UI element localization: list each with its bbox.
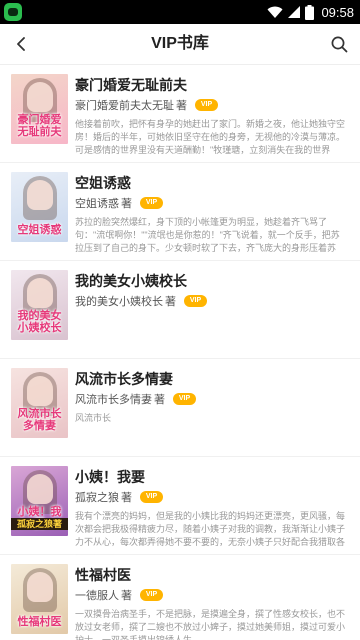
book-title[interactable]: 风流市长多情妻 bbox=[75, 369, 348, 389]
book-item[interactable]: 性福村医 性福村医 一德服人 著 VIP 一双摸骨治病圣手，不是把脉，是摸遍全身… bbox=[0, 555, 360, 640]
cover-title: 风流市长多情妻 bbox=[17, 407, 62, 432]
book-item[interactable]: 小姨！我要 孤寂之狼著 小姨！我要 孤寂之狼 著 VIP 我有个漂亮的妈妈，但是… bbox=[0, 457, 360, 555]
status-time: 09:58 bbox=[321, 4, 354, 20]
nav-bar: VIP书库 bbox=[0, 24, 360, 64]
page-title: VIP书库 bbox=[151, 35, 209, 52]
cover-title: 性福村医 bbox=[17, 615, 62, 628]
cover-title: 空姐诱惑 bbox=[17, 223, 62, 236]
book-description: 他接着前吹，把怀有身孕的她赶出了家门。新婚之夜，他让她独守空房！婚后的半年，可她… bbox=[75, 119, 346, 155]
author-suffix: 著 bbox=[121, 492, 132, 504]
author-suffix: 著 bbox=[154, 394, 165, 406]
book-title[interactable]: 我的美女小姨校长 bbox=[75, 271, 348, 291]
cover-figure bbox=[27, 180, 53, 210]
app-notification-icon bbox=[4, 3, 22, 21]
author-suffix: 著 bbox=[176, 100, 187, 112]
book-cover[interactable]: 豪门婚爱无耻前夫 bbox=[11, 74, 68, 144]
book-description: 风流市长 bbox=[75, 413, 112, 423]
cover-title: 我的美女小姨校长 bbox=[17, 309, 62, 334]
cover-figure bbox=[27, 278, 53, 308]
cover-title: 豪门婚爱无耻前夫 bbox=[17, 113, 62, 138]
book-list: 豪门婚爱无耻前夫 豪门婚爱无耻前夫 豪门婚爱前夫太无耻 著 VIP 他接着前吹，… bbox=[0, 65, 360, 640]
book-meta: 一德服人 著 VIP bbox=[75, 587, 163, 603]
vip-badge: VIP bbox=[173, 393, 196, 405]
book-item[interactable]: 空姐诱惑 空姐诱惑 空姐诱惑 著 VIP 苏拉的脸突然爆红，身下顶的小帐篷更为明… bbox=[0, 163, 360, 261]
book-author: 风流市长多情妻 bbox=[75, 394, 152, 406]
book-meta: 孤寂之狼 著 VIP bbox=[75, 489, 163, 505]
book-title[interactable]: 性福村医 bbox=[75, 565, 348, 585]
book-author: 豪门婚爱前夫太无耻 bbox=[75, 100, 174, 112]
cover-figure bbox=[27, 376, 53, 406]
search-button[interactable] bbox=[324, 29, 354, 59]
cover-figure bbox=[27, 572, 53, 602]
book-item[interactable]: 风流市长多情妻 风流市长多情妻 风流市长多情妻 著 VIP 风流市长 bbox=[0, 359, 360, 457]
book-item[interactable]: 豪门婚爱无耻前夫 豪门婚爱无耻前夫 豪门婚爱前夫太无耻 著 VIP 他接着前吹，… bbox=[0, 65, 360, 163]
book-item[interactable]: 我的美女小姨校长 我的美女小姨校长 我的美女小姨校长 著 VIP bbox=[0, 261, 360, 359]
book-author: 一德服人 bbox=[75, 590, 119, 602]
book-title[interactable]: 豪门婚爱无耻前夫 bbox=[75, 75, 348, 95]
book-meta: 风流市长多情妻 著 VIP bbox=[75, 391, 196, 407]
book-cover[interactable]: 小姨！我要 孤寂之狼著 bbox=[11, 466, 68, 536]
author-suffix: 著 bbox=[121, 198, 132, 210]
cover-figure bbox=[27, 82, 53, 112]
battery-icon bbox=[305, 4, 315, 20]
book-cover[interactable]: 性福村医 bbox=[11, 564, 68, 634]
author-suffix: 著 bbox=[165, 296, 176, 308]
vip-badge: VIP bbox=[184, 295, 207, 307]
author-suffix: 著 bbox=[121, 590, 132, 602]
vip-badge: VIP bbox=[140, 589, 163, 601]
signal-icon bbox=[288, 6, 301, 18]
book-description: 我有个漂亮的妈妈，但是我的小姨比我的妈妈还更漂亮，更风骚，每次都会把我极得精疲力… bbox=[75, 511, 346, 547]
book-description: 苏拉的脸突然爆红，身下顶的小帐篷更为明显，她趁着齐飞骂了句："流氓啊你！""流氓… bbox=[75, 217, 340, 253]
status-bar: 09:58 bbox=[0, 0, 360, 24]
book-cover[interactable]: 空姐诱惑 bbox=[11, 172, 68, 242]
vip-badge: VIP bbox=[140, 491, 163, 503]
book-title[interactable]: 空姐诱惑 bbox=[75, 173, 348, 193]
book-meta: 我的美女小姨校长 著 VIP bbox=[75, 293, 207, 309]
book-author: 我的美女小姨校长 bbox=[75, 296, 163, 308]
book-author: 孤寂之狼 bbox=[75, 492, 119, 504]
wifi-icon bbox=[267, 6, 283, 18]
book-meta: 豪门婚爱前夫太无耻 著 VIP bbox=[75, 97, 218, 113]
status-icons: 09:58 bbox=[267, 0, 354, 24]
search-icon bbox=[331, 36, 347, 52]
book-cover[interactable]: 我的美女小姨校长 bbox=[11, 270, 68, 340]
book-meta: 空姐诱惑 著 VIP bbox=[75, 195, 163, 211]
vip-badge: VIP bbox=[195, 99, 218, 111]
cover-banner: 孤寂之狼著 bbox=[11, 518, 68, 530]
book-cover[interactable]: 风流市长多情妻 bbox=[11, 368, 68, 438]
book-description: 一双摸骨治病圣手，不是把脉，是摸遍全身，撰了性感女校长，也不放过女老师，撰了二嫂… bbox=[75, 609, 346, 640]
vip-badge: VIP bbox=[140, 197, 163, 209]
book-title[interactable]: 小姨！我要 bbox=[75, 467, 348, 487]
book-description bbox=[75, 314, 348, 353]
book-author: 空姐诱惑 bbox=[75, 198, 119, 210]
cover-figure bbox=[27, 474, 53, 504]
